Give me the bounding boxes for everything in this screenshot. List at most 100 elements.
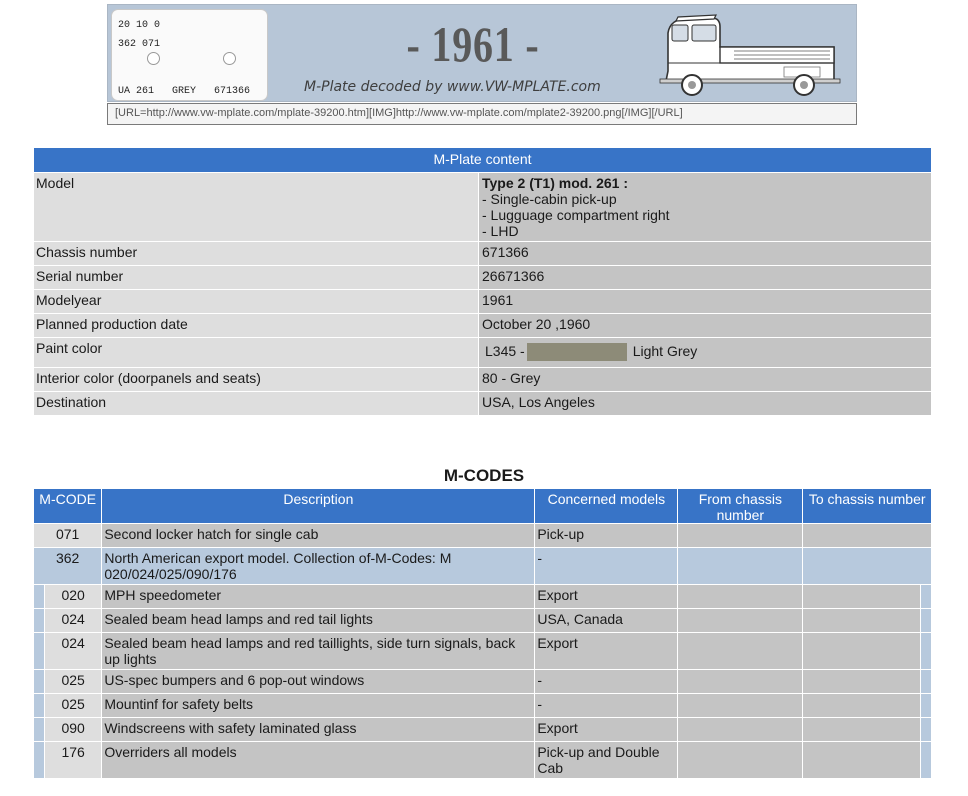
mcode: 071	[34, 524, 102, 547]
group-indent	[34, 694, 44, 717]
mplate-content-header: M-Plate content	[34, 148, 931, 172]
mcode-models: Pick-up	[535, 524, 678, 547]
paint-code: L345 -	[485, 343, 525, 359]
mcode-description: Sealed beam head lamps and red tail ligh…	[102, 609, 535, 632]
mcode-from-chassis	[678, 670, 803, 693]
mcode-description: Mountinf for safety belts	[102, 694, 535, 717]
mcode: 020	[45, 585, 102, 608]
mcode-from-chassis	[678, 548, 803, 584]
mcode-from-chassis	[678, 742, 803, 778]
table-row: Interior color (doorpanels and seats) 80…	[34, 368, 931, 391]
paint-color-value: L345 - Light Grey	[479, 338, 931, 367]
mcode: 362	[34, 548, 102, 584]
plate-rivet-icon	[223, 52, 236, 65]
table-row: Destination USA, Los Angeles	[34, 392, 931, 415]
model-detail: - Lugguage compartment right	[482, 207, 670, 223]
mcode-models: -	[535, 670, 678, 693]
col-header-mcode: M-CODE	[34, 489, 102, 523]
row-key: Chassis number	[34, 242, 478, 265]
mcode-description: Windscreens with safety laminated glass	[102, 718, 535, 741]
col-header-from-chassis: From chassis number	[678, 489, 803, 523]
group-indent	[34, 609, 44, 632]
model-value: Type 2 (T1) mod. 261 : - Single-cabin pi…	[479, 173, 931, 241]
row-key: Interior color (doorpanels and seats)	[34, 368, 478, 391]
col-header-models: Concerned models	[535, 489, 678, 523]
mcode-from-chassis	[678, 633, 803, 669]
col-header-to-chassis: To chassis number	[803, 489, 931, 523]
col-header-description: Description	[102, 489, 535, 523]
mcode-to-chassis	[803, 670, 920, 693]
mcode-description: MPH speedometer	[102, 585, 535, 608]
mcode-to-chassis	[803, 633, 920, 669]
table-row: 024 Sealed beam head lamps and red taill…	[34, 633, 931, 669]
mcodes-table: M-CODE Description Concerned models From…	[33, 488, 932, 779]
group-indent	[921, 633, 931, 669]
plate-line-3: UA 261 GREY 671366	[118, 86, 251, 97]
embed-code-box[interactable]: [URL=http://www.vw-mplate.com/mplate-392…	[107, 103, 857, 125]
model-detail: - LHD	[482, 223, 519, 239]
banner-credit: M-Plate decoded by www.VW-MPLATE.com	[304, 79, 601, 95]
table-row: 071 Second locker hatch for single cab P…	[34, 524, 931, 547]
table-row: 025 Mountinf for safety belts -	[34, 694, 931, 717]
row-key: Model	[34, 173, 478, 241]
paint-color-swatch	[526, 343, 627, 362]
group-indent	[34, 633, 44, 669]
row-key: Planned production date	[34, 314, 478, 337]
group-indent	[921, 718, 931, 741]
mcode: 024	[45, 609, 102, 632]
mcode: 025	[45, 670, 102, 693]
mcode-models: Export	[535, 585, 678, 608]
mcode-models: USA, Canada	[535, 609, 678, 632]
row-key: Serial number	[34, 266, 478, 289]
mcode-models: Pick-up and Double Cab	[535, 742, 678, 778]
pickup-bus-icon	[659, 14, 841, 96]
mcode-from-chassis	[678, 585, 803, 608]
row-value: 80 - Grey	[479, 368, 931, 391]
row-value: 671366	[479, 242, 931, 265]
mcode-description: Second locker hatch for single cab	[102, 524, 535, 547]
group-indent	[921, 694, 931, 717]
table-row: 025 US-spec bumpers and 6 pop-out window…	[34, 670, 931, 693]
m-plate-graphic: 20 10 0 362 071 UA 261 GREY 671366	[111, 9, 268, 101]
row-key: Paint color	[34, 338, 478, 367]
mcodes-title: M-CODES	[443, 466, 525, 485]
group-indent	[921, 609, 931, 632]
table-row: Serial number 26671366	[34, 266, 931, 289]
mcode-models: Export	[535, 718, 678, 741]
mcode-description: US-spec bumpers and 6 pop-out windows	[102, 670, 535, 693]
group-indent	[921, 585, 931, 608]
mcode-from-chassis	[678, 609, 803, 632]
mcode-from-chassis	[678, 718, 803, 741]
banner-year: - 1961 -	[406, 16, 540, 72]
table-row: 176 Overriders all models Pick-up and Do…	[34, 742, 931, 778]
model-type: Type 2 (T1) mod. 261 :	[482, 175, 628, 191]
plate-line-1: 20 10 0	[118, 20, 161, 31]
table-row: Paint color L345 - Light Grey	[34, 338, 931, 367]
table-row: 024 Sealed beam head lamps and red tail …	[34, 609, 931, 632]
mcode-from-chassis	[678, 524, 803, 547]
row-value: 1961	[479, 290, 931, 313]
mplate-content-table: M-Plate content Model Type 2 (T1) mod. 2…	[33, 147, 932, 416]
group-indent	[921, 670, 931, 693]
mcode: 024	[45, 633, 102, 669]
mcode-description: Sealed beam head lamps and red taillight…	[102, 633, 535, 669]
table-row: Model Type 2 (T1) mod. 261 : - Single-ca…	[34, 173, 931, 241]
mcode-to-chassis	[803, 524, 931, 547]
mcode-to-chassis	[803, 742, 920, 778]
mcode-models: -	[535, 694, 678, 717]
mcode: 176	[45, 742, 102, 778]
row-value: USA, Los Angeles	[479, 392, 931, 415]
group-indent	[34, 718, 44, 741]
plate-rivet-icon	[147, 52, 160, 65]
model-detail: - Single-cabin pick-up	[482, 191, 617, 207]
group-indent	[34, 585, 44, 608]
mcode: 090	[45, 718, 102, 741]
table-row: 090 Windscreens with safety laminated gl…	[34, 718, 931, 741]
row-key: Modelyear	[34, 290, 478, 313]
table-row: 020 MPH speedometer Export	[34, 585, 931, 608]
mplate-banner-image: 20 10 0 362 071 UA 261 GREY 671366 - 196…	[107, 4, 857, 102]
row-value: October 20 ,1960	[479, 314, 931, 337]
group-indent	[34, 742, 44, 778]
mcode-to-chassis	[803, 694, 920, 717]
group-indent	[34, 670, 44, 693]
